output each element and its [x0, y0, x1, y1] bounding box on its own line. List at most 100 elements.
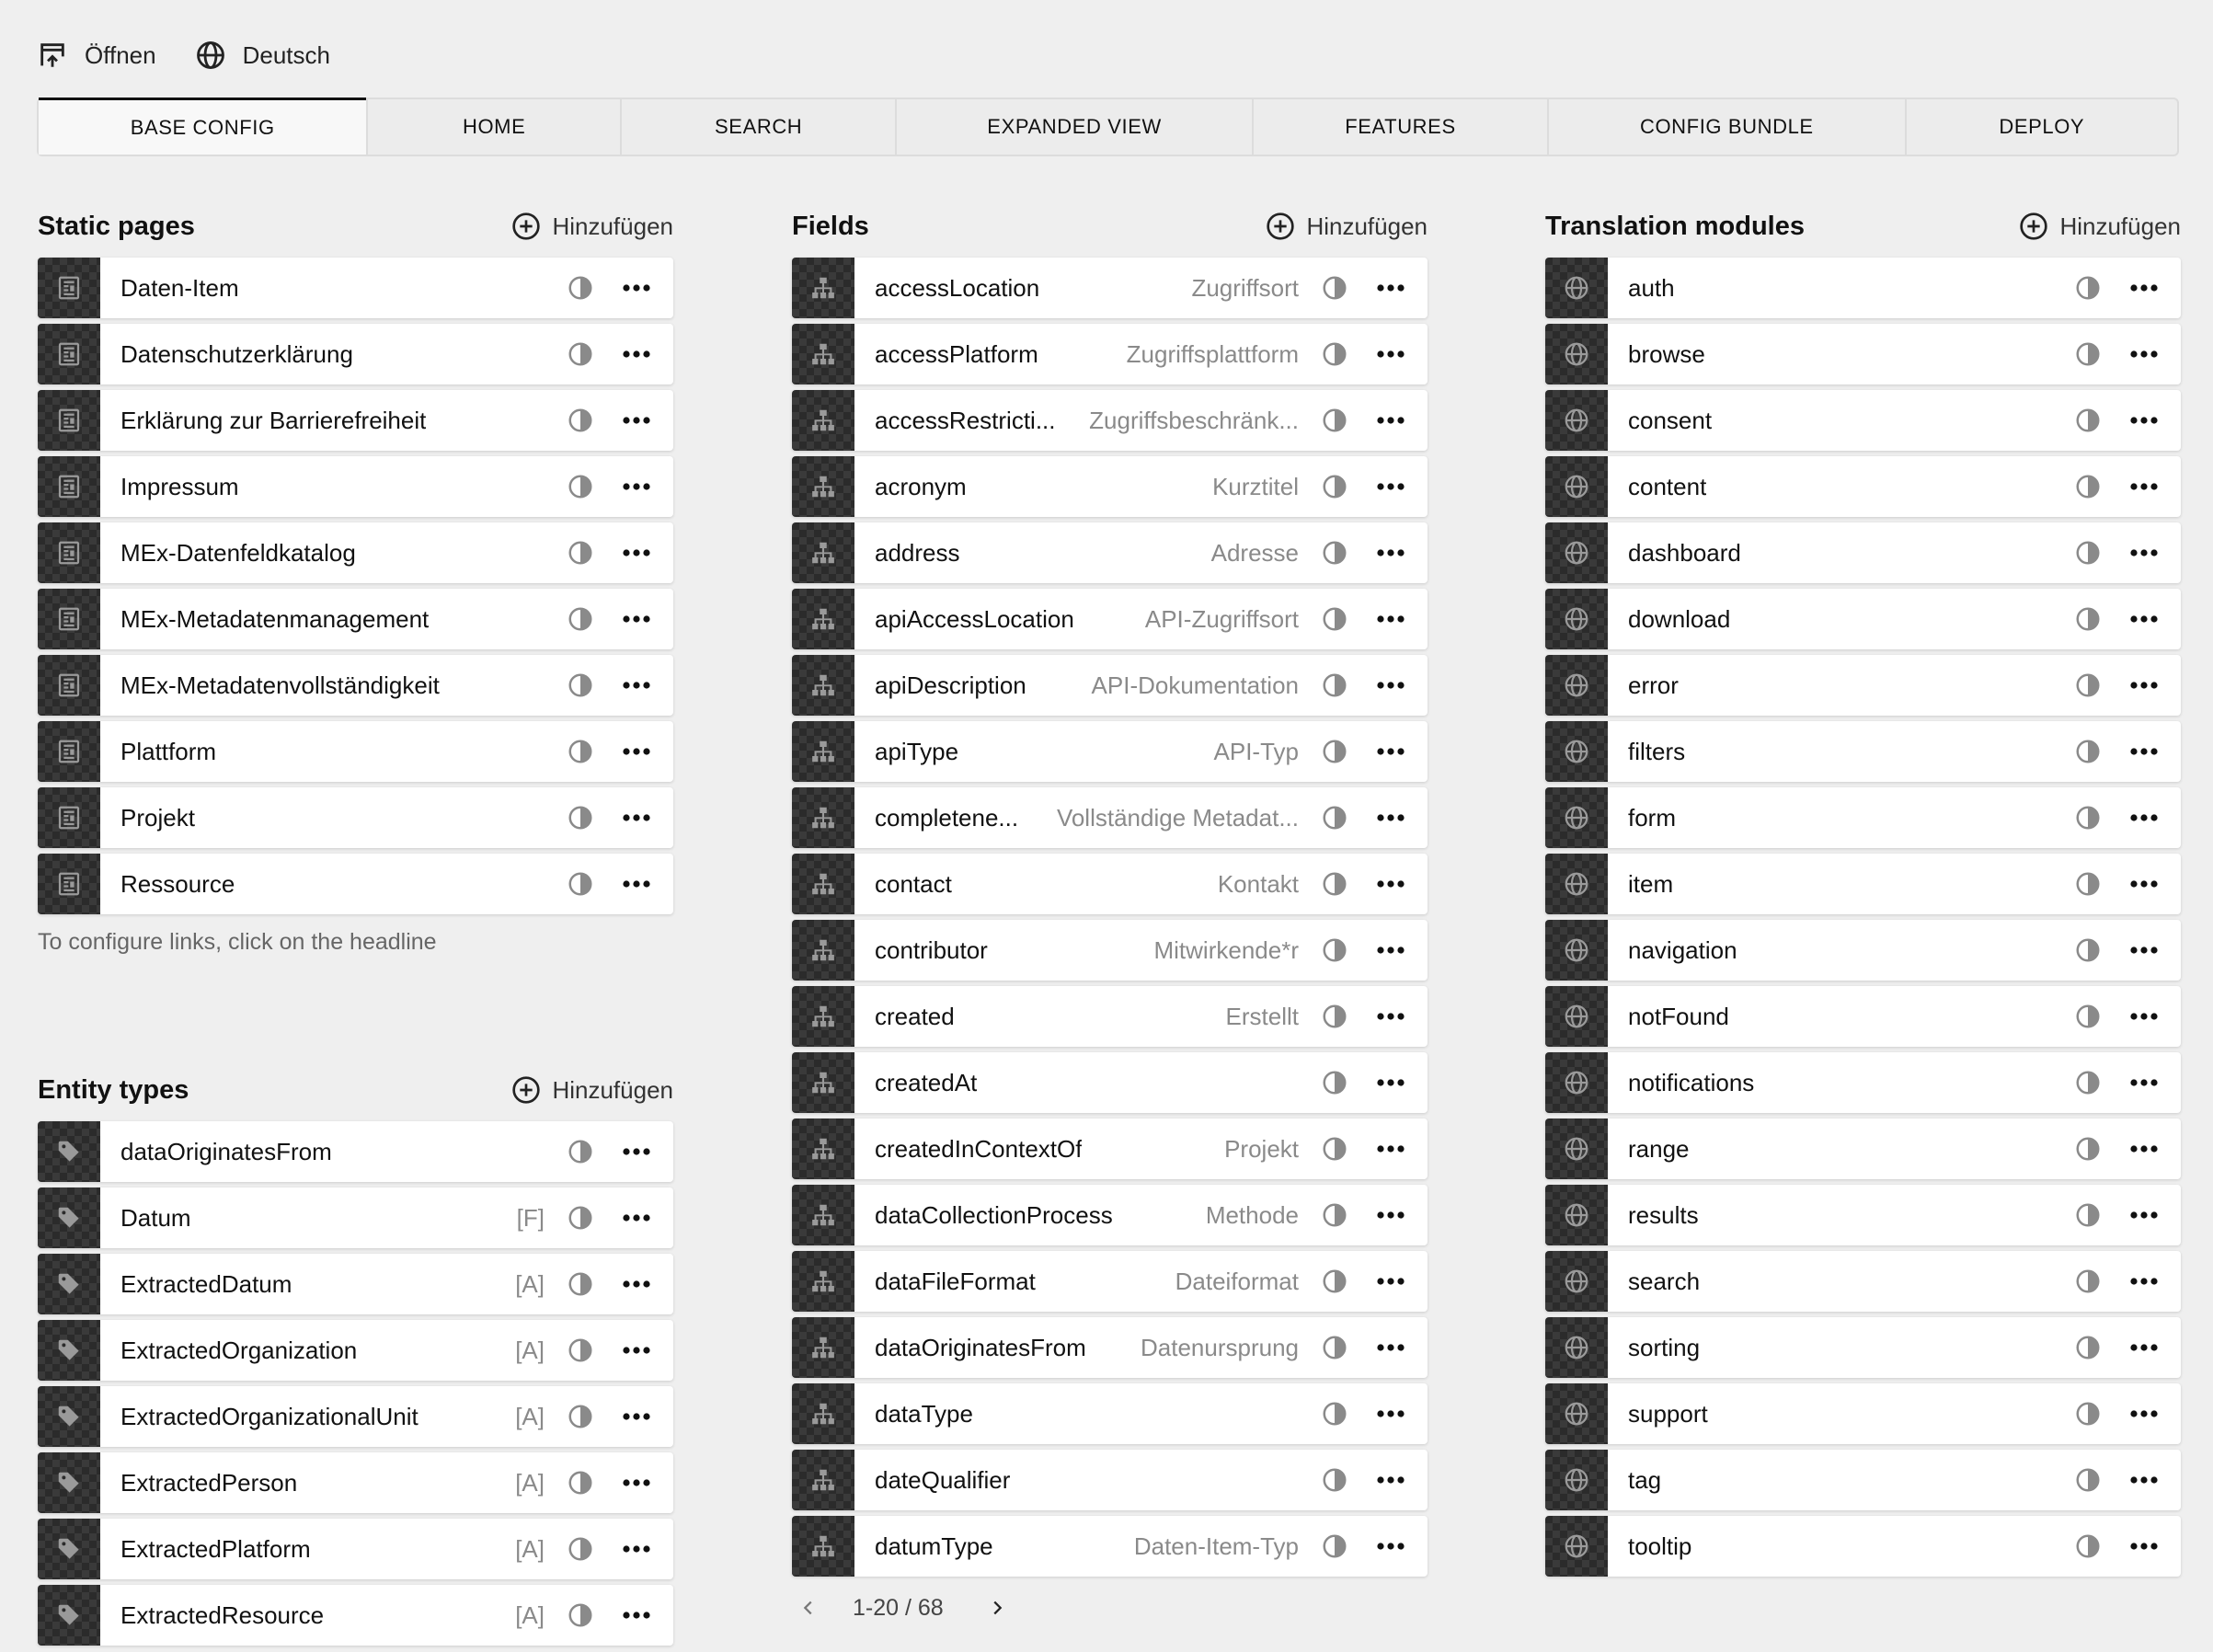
contrast-icon[interactable] — [1321, 738, 1348, 765]
list-item-body[interactable]: notFound — [1608, 986, 2052, 1047]
more-options-icon[interactable] — [2124, 1012, 2164, 1021]
contrast-icon[interactable] — [567, 340, 594, 368]
contrast-icon[interactable] — [2074, 1532, 2102, 1560]
list-item[interactable]: dashboard — [1545, 522, 2181, 583]
more-options-icon[interactable] — [1370, 946, 1411, 955]
contrast-icon[interactable] — [2074, 340, 2102, 368]
more-options-icon[interactable] — [2124, 1343, 2164, 1352]
more-options-icon[interactable] — [2124, 1475, 2164, 1485]
list-item-body[interactable]: consent — [1608, 390, 2052, 451]
contrast-icon[interactable] — [567, 407, 594, 434]
list-item-body[interactable]: dataOriginatesFrom — [100, 1121, 545, 1182]
list-item-body[interactable]: address Adresse — [854, 522, 1299, 583]
list-item[interactable]: navigation — [1545, 920, 2181, 981]
contrast-icon[interactable] — [1321, 804, 1348, 832]
more-options-icon[interactable] — [616, 1213, 657, 1222]
list-item[interactable]: notFound — [1545, 986, 2181, 1047]
list-item-body[interactable]: Daten-Item — [100, 258, 545, 318]
list-item-body[interactable]: sorting — [1608, 1317, 2052, 1378]
language-button[interactable]: Deutsch — [195, 40, 330, 71]
list-item-body[interactable]: datumType Daten-Item-Typ — [854, 1516, 1299, 1577]
next-page-button[interactable] — [980, 1591, 1014, 1624]
list-item[interactable]: ExtractedPerson [A] — [38, 1452, 673, 1513]
list-item[interactable]: dataCollectionProcess Methode — [792, 1185, 1428, 1245]
list-item-body[interactable]: contact Kontakt — [854, 854, 1299, 914]
list-item[interactable]: contact Kontakt — [792, 854, 1428, 914]
tab-home[interactable]: HOME — [366, 99, 620, 155]
list-item-body[interactable]: accessLocation Zugriffsort — [854, 258, 1299, 318]
list-item[interactable]: contributor Mitwirkende*r — [792, 920, 1428, 981]
list-item[interactable]: dataFileFormat Dateiformat — [792, 1251, 1428, 1312]
more-options-icon[interactable] — [2124, 548, 2164, 557]
list-item-body[interactable]: createdInContextOf Projekt — [854, 1119, 1299, 1179]
contrast-icon[interactable] — [2074, 473, 2102, 500]
contrast-icon[interactable] — [2074, 1003, 2102, 1030]
list-item[interactable]: notifications — [1545, 1052, 2181, 1113]
list-item[interactable]: accessPlatform Zugriffsplattform — [792, 324, 1428, 384]
contrast-icon[interactable] — [567, 1337, 594, 1364]
more-options-icon[interactable] — [616, 1412, 657, 1421]
contrast-icon[interactable] — [1321, 1532, 1348, 1560]
contrast-icon[interactable] — [567, 738, 594, 765]
contrast-icon[interactable] — [1321, 539, 1348, 567]
list-item[interactable]: created Erstellt — [792, 986, 1428, 1047]
list-item[interactable]: Datum [F] — [38, 1187, 673, 1248]
list-item[interactable]: Daten-Item — [38, 258, 673, 318]
list-item[interactable]: tooltip — [1545, 1516, 2181, 1577]
list-item[interactable]: tag — [1545, 1450, 2181, 1510]
list-item[interactable]: sorting — [1545, 1317, 2181, 1378]
list-item[interactable]: MEx-Metadatenmanagement — [38, 589, 673, 649]
contrast-icon[interactable] — [567, 671, 594, 699]
list-item-body[interactable]: browse — [1608, 324, 2052, 384]
more-options-icon[interactable] — [1370, 1542, 1411, 1551]
list-item[interactable]: item — [1545, 854, 2181, 914]
contrast-icon[interactable] — [1321, 870, 1348, 898]
more-options-icon[interactable] — [2124, 1277, 2164, 1286]
list-item[interactable]: dataOriginatesFrom Datenursprung — [792, 1317, 1428, 1378]
list-item[interactable]: completene... Vollständige Metadat... — [792, 787, 1428, 848]
contrast-icon[interactable] — [567, 1270, 594, 1298]
list-item[interactable]: MEx-Datenfeldkatalog — [38, 522, 673, 583]
list-item[interactable]: dataType — [792, 1383, 1428, 1444]
list-item-body[interactable]: dataCollectionProcess Methode — [854, 1185, 1299, 1245]
more-options-icon[interactable] — [1370, 879, 1411, 889]
contrast-icon[interactable] — [567, 1138, 594, 1165]
list-item-body[interactable]: dataType — [854, 1383, 1299, 1444]
fields-title[interactable]: Fields — [792, 212, 869, 242]
more-options-icon[interactable] — [616, 1478, 657, 1487]
contrast-icon[interactable] — [2074, 1400, 2102, 1428]
more-options-icon[interactable] — [616, 416, 657, 425]
list-item-body[interactable]: filters — [1608, 721, 2052, 782]
contrast-icon[interactable] — [567, 1403, 594, 1430]
more-options-icon[interactable] — [616, 813, 657, 822]
more-options-icon[interactable] — [2124, 879, 2164, 889]
tab-deploy[interactable]: DEPLOY — [1904, 99, 2177, 155]
list-item[interactable]: createdInContextOf Projekt — [792, 1119, 1428, 1179]
list-item[interactable]: ExtractedOrganizationalUnit [A] — [38, 1386, 673, 1447]
list-item-body[interactable]: Datum [F] — [100, 1187, 545, 1248]
list-item[interactable]: auth — [1545, 258, 2181, 318]
tab-features[interactable]: FEATURES — [1251, 99, 1547, 155]
contrast-icon[interactable] — [2074, 738, 2102, 765]
more-options-icon[interactable] — [1370, 1210, 1411, 1220]
more-options-icon[interactable] — [2124, 614, 2164, 624]
contrast-icon[interactable] — [1321, 1268, 1348, 1295]
contrast-icon[interactable] — [567, 870, 594, 898]
contrast-icon[interactable] — [2074, 1069, 2102, 1096]
list-item-body[interactable]: navigation — [1608, 920, 2052, 981]
list-item[interactable]: Ressource — [38, 854, 673, 914]
list-item-body[interactable]: range — [1608, 1119, 2052, 1179]
list-item-body[interactable]: search — [1608, 1251, 2052, 1312]
contrast-icon[interactable] — [1321, 1003, 1348, 1030]
list-item-body[interactable]: apiDescription API-Dokumentation — [854, 655, 1299, 716]
more-options-icon[interactable] — [1370, 548, 1411, 557]
list-item-body[interactable]: download — [1608, 589, 2052, 649]
add-entity-type-button[interactable]: Hinzufügen — [511, 1075, 673, 1105]
list-item-body[interactable]: notifications — [1608, 1052, 2052, 1113]
more-options-icon[interactable] — [2124, 1409, 2164, 1418]
add-static-page-button[interactable]: Hinzufügen — [511, 212, 673, 241]
more-options-icon[interactable] — [616, 1544, 657, 1554]
list-item[interactable]: range — [1545, 1119, 2181, 1179]
translation-modules-title[interactable]: Translation modules — [1545, 212, 1805, 242]
list-item-body[interactable]: form — [1608, 787, 2052, 848]
